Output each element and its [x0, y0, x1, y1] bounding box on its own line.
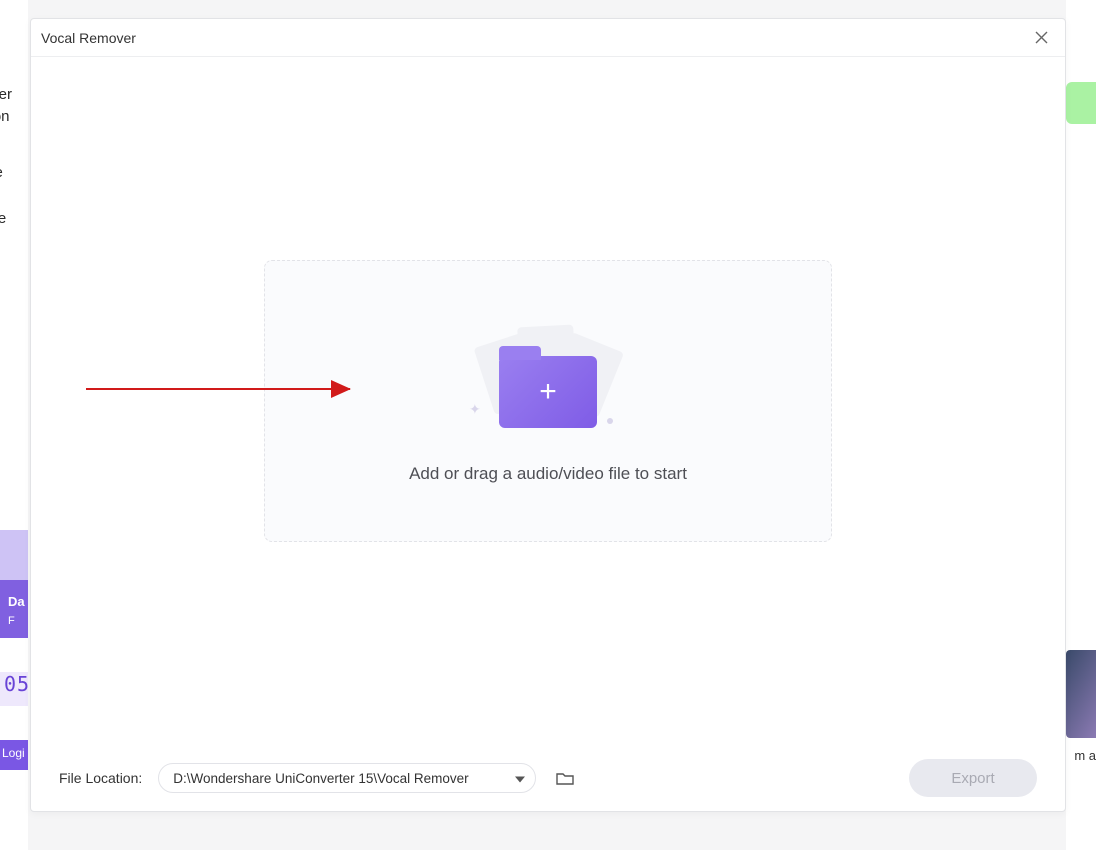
chevron-down-icon: [515, 771, 525, 786]
bg-sidebar: nder Con me File ls: [0, 0, 28, 850]
dot-icon: [607, 418, 613, 424]
bg-text-fragment: F: [8, 615, 28, 627]
close-button[interactable]: [1027, 24, 1055, 52]
bg-text-fragment: m a: [1068, 748, 1096, 763]
bg-text-fragment: nder: [0, 86, 12, 103]
annotation-arrow: [86, 388, 350, 390]
sparkle-icon: ✦: [469, 401, 481, 418]
bg-green-badge: [1066, 82, 1096, 124]
close-icon: [1034, 30, 1049, 45]
modal-title: Vocal Remover: [41, 30, 136, 46]
file-location-select[interactable]: D:\Wondershare UniConverter 15\Vocal Rem…: [158, 763, 536, 793]
browse-folder-button[interactable]: [552, 766, 578, 790]
bg-text-fragment: Con: [0, 108, 10, 125]
dropzone-illustration: ✦ +: [463, 318, 633, 428]
file-dropzone[interactable]: ✦ + Add or drag a audio/video file to st…: [264, 260, 832, 542]
bg-text-fragment: Da: [8, 594, 28, 609]
bg-accent: [0, 530, 28, 580]
modal-header: Vocal Remover: [31, 19, 1065, 57]
modal-body: ✦ + Add or drag a audio/video file to st…: [31, 57, 1065, 745]
dropzone-text: Add or drag a audio/video file to start: [409, 464, 687, 484]
folder-plus-icon: +: [499, 356, 597, 428]
export-button[interactable]: Export: [909, 759, 1037, 797]
bg-text-fragment: File: [0, 210, 6, 227]
bg-time-fragment: 05: [0, 672, 28, 706]
modal-footer: File Location: D:\Wondershare UniConvert…: [31, 745, 1065, 811]
plus-icon: +: [499, 356, 597, 428]
file-location-label: File Location:: [59, 770, 142, 786]
vocal-remover-modal: Vocal Remover ✦ + Add or drag a audio/vi…: [30, 18, 1066, 812]
bg-thumbnail: [1066, 650, 1096, 738]
bg-accent: Da F: [0, 580, 28, 638]
bg-text-fragment: me: [0, 164, 3, 181]
file-location-path: D:\Wondershare UniConverter 15\Vocal Rem…: [173, 771, 468, 786]
folder-icon: [556, 771, 574, 786]
bg-login-fragment: Logi: [0, 740, 28, 770]
